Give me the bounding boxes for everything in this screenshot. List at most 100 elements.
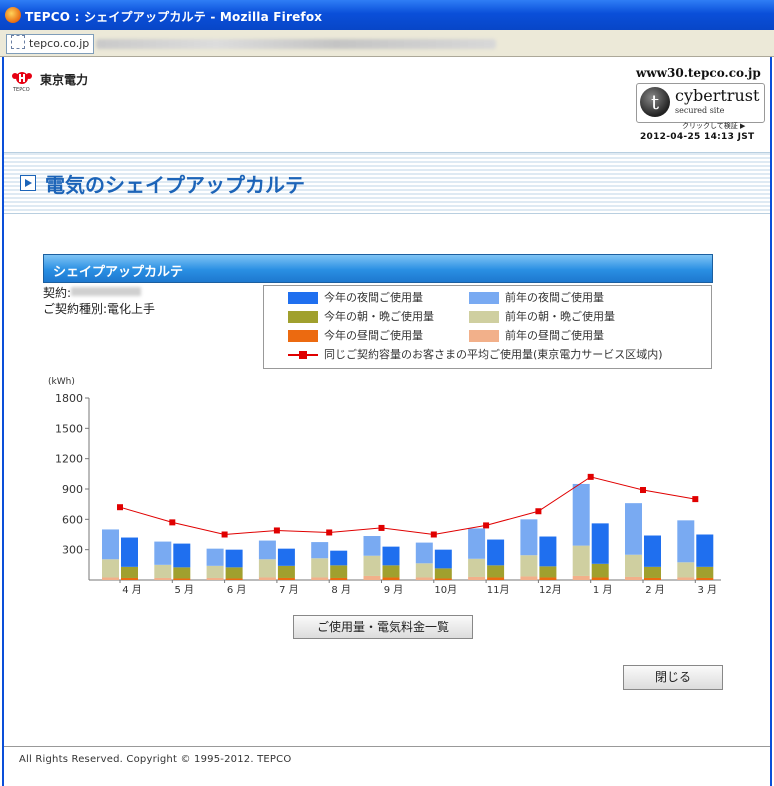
play-arrow-icon (20, 175, 36, 191)
close-button[interactable]: 閉じる (623, 665, 723, 690)
average-point (326, 529, 333, 536)
average-line (119, 476, 696, 536)
bar-this-year (330, 565, 348, 578)
usage-chart: (kWh) 300 600 900 1200 1500 1800 4 月 5 月 6 月 7 月 8 … (48, 377, 721, 596)
x-tick-label: 4 月 (122, 584, 142, 596)
bar-this-year (173, 578, 191, 580)
bar-this-year (591, 577, 609, 580)
bar-this-year (434, 578, 452, 580)
bar-last-year (677, 562, 695, 578)
contract-info: 契約: ご契約種別:電化上手 (43, 285, 155, 317)
chart-legend: 今年の夜間ご使用量 前年の夜間ご使用量 今年の朝・晩ご使用量 前年の朝・晩ご使用… (263, 285, 712, 369)
bar-this-year (121, 577, 138, 580)
bar-last-year (415, 577, 433, 580)
contract-label: 契約: (43, 286, 72, 300)
bar-this-year (434, 568, 452, 579)
cybertrust-icon: t (640, 87, 670, 117)
copyright: All Rights Reserved. Copyright © 1995-20… (19, 754, 292, 765)
bar-last-year (102, 559, 119, 578)
bar-this-year (173, 567, 191, 579)
site-identity-button[interactable]: tepco.co.jp (6, 34, 94, 54)
contract-number-redacted (71, 287, 142, 296)
logo-mark-icon (16, 72, 28, 84)
cybertrust-seal[interactable]: t cybertrust secured site (636, 83, 765, 123)
bar-last-year (363, 555, 381, 576)
bar-last-year (102, 577, 119, 580)
bar-last-year (572, 575, 590, 580)
verify-link[interactable]: クリックして検証 ▶ (682, 121, 745, 131)
bar-this-year (434, 549, 452, 569)
x-tick-label: 3 月 (698, 584, 718, 596)
firefox-icon (5, 7, 21, 23)
bar-this-year (591, 523, 609, 564)
bar-this-year (487, 565, 505, 578)
bar-this-year (382, 577, 400, 580)
average-point (273, 527, 280, 534)
bar-last-year (154, 577, 172, 580)
url-path-redacted[interactable] (96, 39, 496, 49)
bar-this-year (225, 578, 243, 580)
bar-last-year (206, 548, 224, 566)
bar-this-year (277, 548, 295, 566)
window-title: TEPCO : シェイプアップカルテ - Mozilla Firefox (25, 10, 323, 24)
bar-last-year (258, 559, 276, 578)
average-point (640, 487, 646, 494)
bar-last-year (572, 483, 590, 546)
karte-title: シェイプアップカルテ (53, 265, 184, 280)
url-domain: tepco.co.jp (29, 37, 90, 50)
x-tick-label: 9 月 (384, 584, 404, 596)
cybertrust-name: cybertrust (675, 86, 760, 105)
bar-last-year (311, 542, 329, 559)
contract-type: ご契約種別:電化上手 (43, 302, 156, 316)
window-titlebar: TEPCO : シェイプアップカルテ - Mozilla Firefox (0, 0, 774, 30)
bar-last-year (468, 558, 486, 577)
bar-last-year (311, 577, 329, 580)
bar-this-year (121, 566, 138, 578)
bar-this-year (487, 577, 505, 580)
bar-last-year (154, 564, 172, 578)
bar-last-year (520, 519, 538, 556)
bar-this-year (696, 577, 714, 580)
bar-last-year (363, 536, 381, 556)
x-tick-label: 2 月 (645, 584, 665, 596)
y-tick-label: 1500 (55, 422, 83, 435)
bar-last-year (520, 576, 538, 580)
bar-this-year (591, 563, 609, 578)
bar-last-year (520, 555, 538, 577)
page-title: 電気のシェイプアップカルテ (45, 173, 305, 197)
tepco-logo[interactable]: 東京電力 TEPCO (12, 64, 88, 93)
x-tick-label: 8 月 (331, 584, 351, 596)
page-banner: 電気のシェイプアップカルテ (4, 152, 770, 214)
bar-last-year (154, 541, 172, 565)
timestamp: 2012-04-25 14:13 JST (640, 132, 755, 142)
bar-this-year (644, 566, 661, 578)
average-point (483, 522, 490, 529)
bar-this-year (539, 566, 557, 578)
average-point (378, 524, 385, 531)
site-icon (11, 35, 25, 49)
karte-header: シェイプアップカルテ (43, 254, 713, 283)
x-tick-label: 11月 (487, 584, 510, 596)
bar-last-year (625, 503, 642, 555)
bar-last-year (102, 529, 119, 560)
bar-this-year (277, 565, 295, 578)
bar-last-year (625, 576, 642, 580)
y-tick-label: 900 (62, 483, 83, 496)
bar-this-year (225, 567, 243, 579)
y-axis-label: (kWh) (48, 377, 75, 387)
average-point (692, 496, 699, 503)
bar-this-year (696, 566, 714, 578)
x-tick-label: 12月 (539, 584, 562, 596)
bar-last-year (468, 576, 486, 580)
y-tick-label: 300 (62, 544, 83, 557)
bar-this-year (330, 550, 348, 566)
y-tick-label: 600 (62, 513, 83, 526)
y-tick-label: 1800 (55, 392, 83, 405)
bar-last-year (468, 528, 486, 559)
bar-last-year (677, 577, 695, 580)
usage-list-button[interactable]: ご使用量・電気料金一覧 (293, 615, 473, 639)
x-tick-label: 10月 (434, 584, 457, 596)
bar-last-year (415, 542, 433, 564)
average-point (221, 531, 228, 538)
bar-this-year (696, 534, 714, 567)
